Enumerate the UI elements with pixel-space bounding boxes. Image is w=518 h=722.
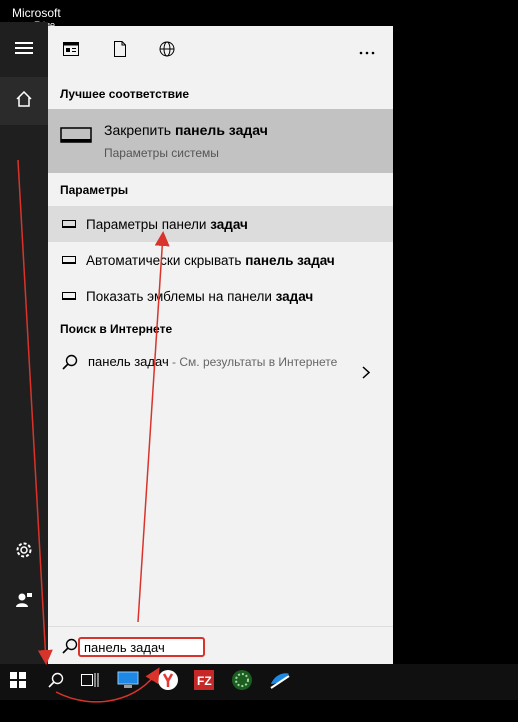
search-icon [62,638,78,659]
settings-item-taskbar-settings[interactable]: Параметры панели задач [48,206,393,242]
best-match-heading: Лучшее соответствие [60,87,190,101]
web-search-result[interactable]: панель задач - См. результаты в Интернет… [48,344,393,400]
settings-button[interactable] [0,528,48,576]
search-icon [48,672,64,693]
green-app-icon [231,669,253,696]
taskbar-icon [62,220,76,228]
taskbar-icon [62,292,76,300]
desktop-icon-label[interactable]: Microsoft [12,6,61,20]
filter-toolbar [48,26,393,74]
filezilla-icon: FZ [194,669,214,695]
settings-heading: Параметры [60,183,129,197]
settings-item-label: Показать эмблемы на панели задач [86,288,314,304]
desktop-app-button[interactable] [110,664,146,700]
globe-icon [159,41,175,62]
filezilla-button[interactable]: FZ [186,664,222,700]
monitor-icon [117,671,139,694]
blue-app-button[interactable] [262,664,298,700]
start-button[interactable] [0,664,36,700]
home-button[interactable] [0,77,48,125]
hamburger-menu-button[interactable] [0,26,48,74]
app-window-icon [63,41,79,61]
taskbar-icon [62,256,76,264]
svg-text:FZ: FZ [197,674,212,688]
hamburger-icon [15,41,33,60]
search-input-value: панель задач [84,640,165,655]
chevron-right-icon [362,366,371,384]
document-icon [114,40,126,62]
search-results-panel: Лучшее соответствие Закрепить панель зад… [48,26,393,626]
taskbar: FZ [0,664,518,700]
gear-icon [15,541,33,564]
web-filter-button[interactable] [156,40,178,62]
taskbar-settings-icon [60,127,92,150]
settings-item-show-badges[interactable]: Показать эмблемы на панели задач [48,278,393,314]
task-view-icon [81,672,99,693]
documents-filter-button[interactable] [109,40,131,62]
search-taskbar-button[interactable] [38,664,74,700]
yandex-browser-icon [157,669,179,696]
best-match-subtitle: Параметры системы [104,146,219,160]
apps-filter-button[interactable] [60,40,82,62]
search-icon [62,354,78,375]
more-options-button[interactable] [356,40,378,62]
blue-app-icon [269,670,291,695]
user-icon [15,591,33,614]
settings-item-autohide-taskbar[interactable]: Автоматически скрывать панель задач [48,242,393,278]
web-search-heading: Поиск в Интернете [60,322,173,336]
more-icon [359,42,375,60]
best-match-result[interactable]: Закрепить панель задач Параметры системы [48,109,393,173]
yandex-browser-button[interactable] [150,664,186,700]
windows-logo-icon [10,671,26,693]
best-match-title: Закрепить панель задач [104,122,268,138]
settings-item-label: Параметры панели задач [86,216,248,232]
web-search-text: панель задач - См. результаты в Интернет… [88,354,338,369]
start-rail [0,22,48,664]
home-icon [16,90,32,112]
user-feedback-button[interactable] [0,578,48,626]
search-input[interactable]: панель задач [78,637,205,657]
task-view-button[interactable] [72,664,108,700]
green-app-button[interactable] [224,664,260,700]
settings-item-label: Автоматически скрывать панель задач [86,252,335,268]
